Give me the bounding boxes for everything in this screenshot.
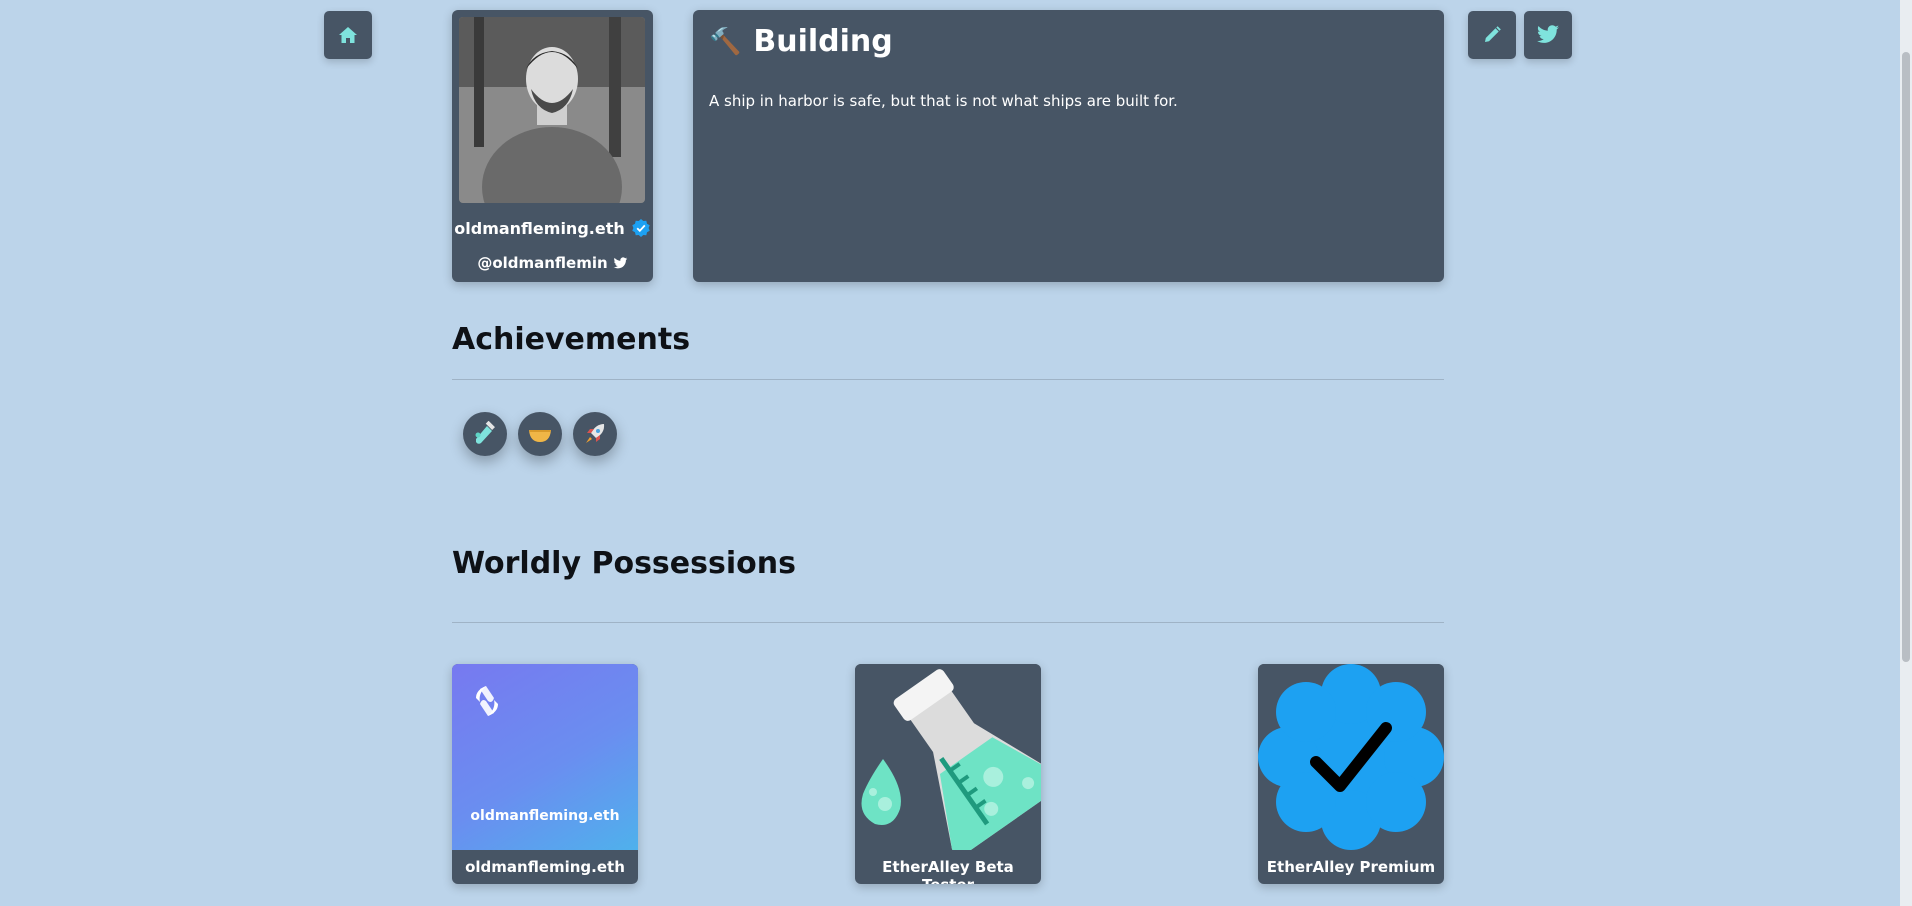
- possession-card-beta-tester[interactable]: EtherAlley Beta Tester: [855, 664, 1041, 884]
- achievement-badge-test-tube[interactable]: [463, 412, 507, 456]
- achievements-heading: Achievements: [452, 322, 691, 357]
- home-button[interactable]: [324, 11, 372, 59]
- bowl-icon: [529, 430, 551, 442]
- edit-button[interactable]: [1468, 11, 1516, 59]
- verified-badge-icon: [632, 219, 650, 237]
- rocket-icon: [586, 424, 605, 443]
- achievements-divider: [452, 379, 1444, 380]
- flask-icon: [855, 664, 1041, 856]
- achievement-badge-bowl[interactable]: [518, 412, 562, 456]
- twitter-icon: [1537, 25, 1559, 43]
- profile-name-row: oldmanfleming.eth: [452, 218, 653, 238]
- hammer-icon: 🔨: [709, 26, 742, 57]
- premium-nft-image: [1258, 664, 1444, 850]
- profile-handle[interactable]: @oldmanflemin: [477, 254, 607, 272]
- possessions-divider: [452, 622, 1444, 623]
- possession-label: oldmanfleming.eth: [465, 858, 625, 876]
- possession-card-ens[interactable]: oldmanfleming.eth oldmanfleming.eth: [452, 664, 638, 884]
- twitter-button[interactable]: [1524, 11, 1572, 59]
- status-title: Building: [753, 24, 893, 59]
- scrollbar-thumb[interactable]: [1902, 52, 1910, 662]
- beta-tester-nft-image: [855, 664, 1041, 856]
- ens-logo: [476, 686, 498, 716]
- achievement-badge-rocket[interactable]: [573, 412, 617, 456]
- possession-label: EtherAlley Beta Tester: [882, 858, 1014, 884]
- ens-nft-image: oldmanfleming.eth: [452, 664, 638, 850]
- possession-label: EtherAlley Premium: [1266, 858, 1436, 876]
- status-card: 🔨 Building A ship in harbor is safe, but…: [693, 10, 1444, 282]
- profile-handle-row[interactable]: @oldmanflemin: [452, 254, 653, 272]
- profile-photo: [459, 17, 645, 203]
- status-description: A ship in harbor is safe, but that is no…: [709, 92, 1178, 110]
- profile-name: oldmanfleming.eth: [454, 218, 625, 238]
- home-icon: [339, 27, 357, 43]
- verified-check-icon: [1258, 664, 1444, 850]
- twitter-small-icon: [613, 256, 628, 268]
- pencil-icon: [1485, 26, 1501, 42]
- test-tube-icon: [475, 421, 495, 444]
- profile-card: oldmanfleming.eth @oldmanflemin: [452, 10, 653, 282]
- page-scrollbar[interactable]: [1900, 0, 1912, 906]
- possession-card-premium[interactable]: EtherAlley Premium: [1258, 664, 1444, 884]
- ens-nft-name: oldmanfleming.eth: [470, 808, 620, 824]
- status-title-row: 🔨 Building: [709, 24, 893, 59]
- possessions-heading: Worldly Possessions: [452, 546, 796, 581]
